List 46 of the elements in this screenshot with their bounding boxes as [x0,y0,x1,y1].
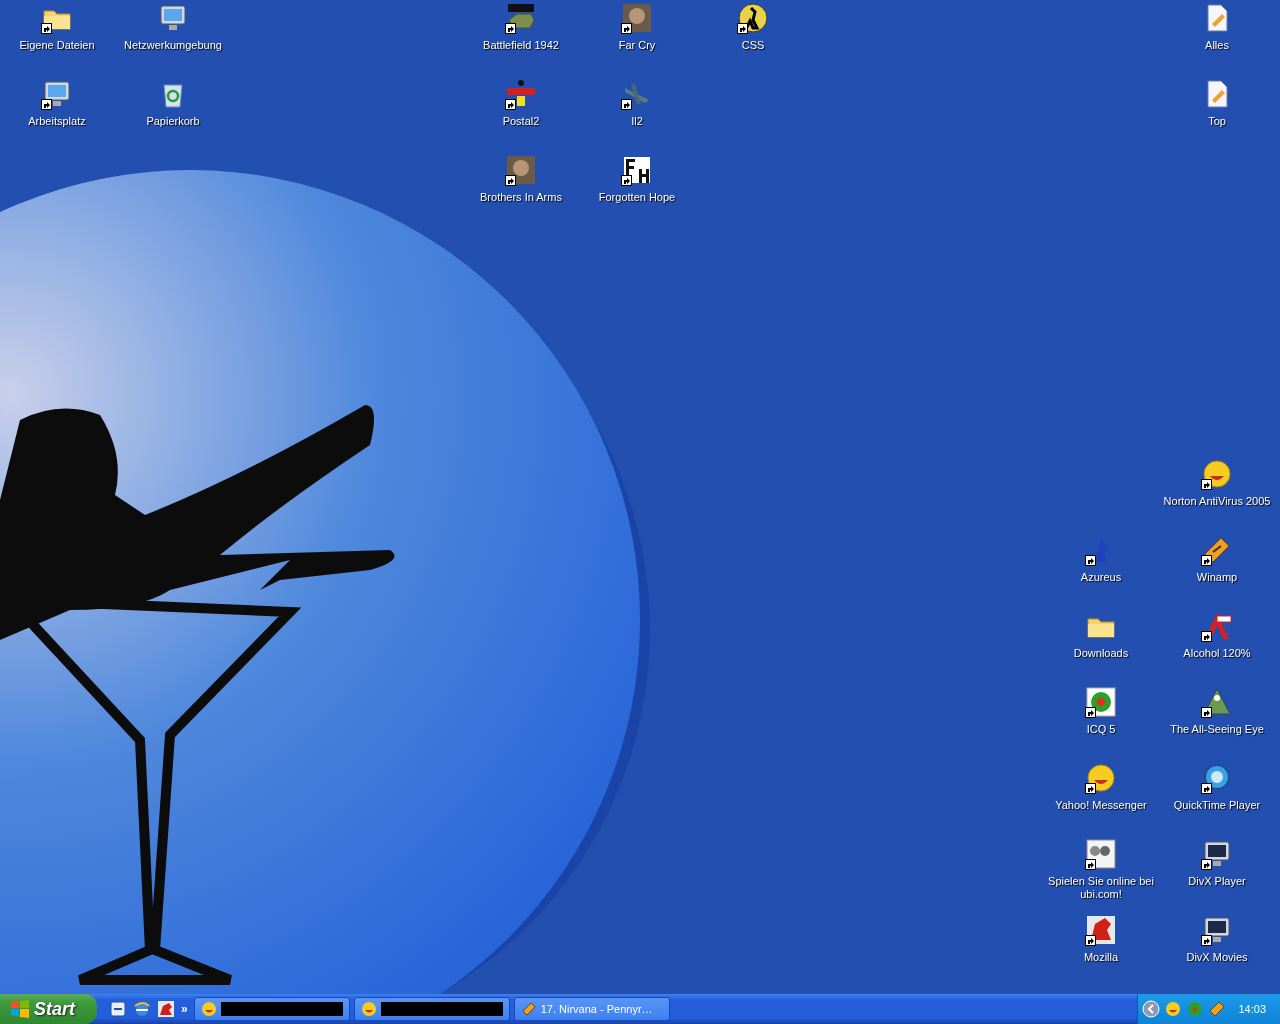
icon-label[interactable]: Top [1208,115,1226,128]
icon-label[interactable]: Il2 [631,115,643,128]
icon-label[interactable]: Forgotten Hope [598,191,676,204]
icon-label[interactable]: Azureus [1080,571,1122,584]
icon-label[interactable]: Far Cry [618,39,656,52]
flag-logo-icon [10,999,30,1019]
browser-icon[interactable] [133,1000,151,1018]
icon-label[interactable]: DivX Movies [1186,951,1248,964]
start-button[interactable]: Start [0,994,97,1024]
smiley-icon[interactable] [1201,458,1233,490]
smiley-icon [360,1001,377,1017]
people-icon[interactable] [1085,838,1117,870]
task-button[interactable] [193,997,350,1021]
icon-label[interactable]: Spielen Sie online bei ubi.com! [1046,875,1156,901]
icon-label[interactable]: Downloads [1073,647,1129,660]
icon-label[interactable]: Postal2 [502,115,540,128]
icon-label[interactable]: Alles [1205,39,1229,52]
task-button[interactable] [353,997,510,1021]
icon-label[interactable]: Brothers In Arms [480,191,562,204]
dragon-icon[interactable] [1085,914,1117,946]
icon-label[interactable]: Papierkorb [146,115,200,128]
icon-label[interactable]: ICQ 5 [1086,723,1116,736]
desktop-icon[interactable] [109,1000,127,1018]
icon-label[interactable]: Alcohol 120% [1183,647,1251,660]
chevron-left-icon[interactable] [1142,1000,1161,1018]
letters-icon[interactable] [621,154,653,186]
icon-label[interactable]: Norton AntiVirus 2005 [1163,495,1271,508]
portrait-icon[interactable] [505,154,537,186]
icon-label[interactable]: Yahoo! Messenger [1055,799,1147,812]
smiley-icon[interactable] [1085,762,1117,794]
icon-label[interactable]: The All-Seeing Eye [1170,723,1264,736]
icon-label[interactable]: Eigene Dateien [19,39,95,52]
flower-icon[interactable] [1085,686,1117,718]
lightning-icon [520,1001,537,1017]
icon-label[interactable]: QuickTime Player [1173,799,1261,812]
icon-label[interactable]: Arbeitsplatz [28,115,86,128]
icon-label[interactable]: CSS [741,39,765,52]
icon-label[interactable]: Netzwerkumgebung [124,39,222,52]
icon-label[interactable]: Winamp [1196,571,1238,584]
icon-label[interactable]: Mozilla [1083,951,1119,964]
more-button[interactable]: » [181,1002,188,1016]
smiley-icon [200,1001,217,1017]
clock: 14:03 [1238,1003,1266,1015]
icon-label[interactable]: Battlefield 1942 [483,39,559,52]
portrait-icon[interactable] [621,2,653,34]
icon-label[interactable]: DivX Player [1188,875,1246,888]
